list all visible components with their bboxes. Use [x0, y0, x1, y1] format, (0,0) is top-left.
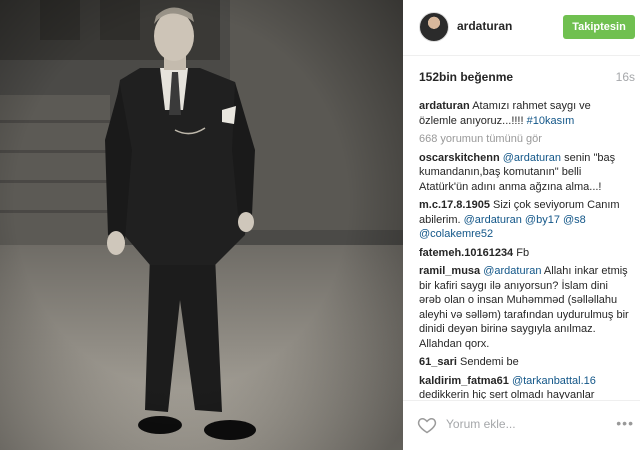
view-all-comments-link[interactable]: 668 yorumun tümünü gör	[419, 132, 629, 147]
comment-username[interactable]: 61_sari	[419, 356, 457, 368]
comment-text: Allahı inkar etmiş bir kafiri saygı ilə …	[419, 265, 629, 350]
comments-list: ardaturan Atamızı rahmet saygı ve özleml…	[419, 99, 629, 399]
comment-username[interactable]: fatemeh.10161234	[419, 247, 513, 259]
caption: ardaturan Atamızı rahmet saygı ve özleml…	[419, 99, 629, 128]
comment-text: dedikkerin hiç sert olmadı hayvanlar	[419, 389, 595, 399]
list-item: m.c.17.8.1905 Sizi çok seviyorum Canım a…	[419, 198, 629, 242]
caption-hashtag[interactable]: #10kasım	[527, 115, 575, 127]
list-item: oscarskitchenn @ardaturan senin "baş kum…	[419, 151, 629, 195]
likes-row: 152bin beğenme 16s	[419, 70, 635, 86]
heart-icon[interactable]	[417, 415, 437, 435]
follow-button[interactable]: Takiptesin	[563, 15, 635, 39]
likes-count[interactable]: 152bin beğenme	[419, 70, 513, 84]
caption-username[interactable]: ardaturan	[419, 100, 470, 112]
avatar[interactable]	[419, 12, 449, 42]
comment-username[interactable]: kaldirim_fatma61	[419, 375, 509, 387]
list-item: kaldirim_fatma61 @tarkanbattal.16 dedikk…	[419, 374, 629, 400]
post-header: ardaturan Takiptesin	[403, 0, 640, 56]
comment-mention[interactable]: @ardaturan	[483, 265, 541, 277]
comment-username[interactable]: m.c.17.8.1905	[419, 199, 490, 211]
list-item: fatemeh.10161234 Fb	[419, 246, 629, 261]
comment-text: Sendemi be	[456, 356, 519, 368]
post-photo[interactable]	[0, 0, 403, 450]
comment-input[interactable]: Yorum ekle...	[446, 417, 516, 431]
comment-mention[interactable]: @ardaturan	[503, 152, 561, 164]
comment-footer: Yorum ekle... •••	[403, 400, 640, 450]
list-item: ramil_musa @ardaturan Allahı inkar etmiş…	[419, 264, 629, 351]
comment-username[interactable]: oscarskitchenn	[419, 152, 500, 164]
comment-text: Fb	[513, 246, 530, 259]
post-side-panel: ardaturan Takiptesin 152bin beğenme 16s …	[403, 0, 640, 450]
more-options-icon[interactable]: •••	[616, 415, 634, 431]
post-time[interactable]: 16s	[616, 70, 635, 84]
list-item: 61_sari Sendemi be	[419, 355, 629, 370]
post-username[interactable]: ardaturan	[457, 19, 512, 33]
comment-mention[interactable]: @tarkanbattal.16	[512, 375, 596, 387]
comment-username[interactable]: ramil_musa	[419, 265, 480, 277]
portrait-illustration	[0, 0, 403, 450]
